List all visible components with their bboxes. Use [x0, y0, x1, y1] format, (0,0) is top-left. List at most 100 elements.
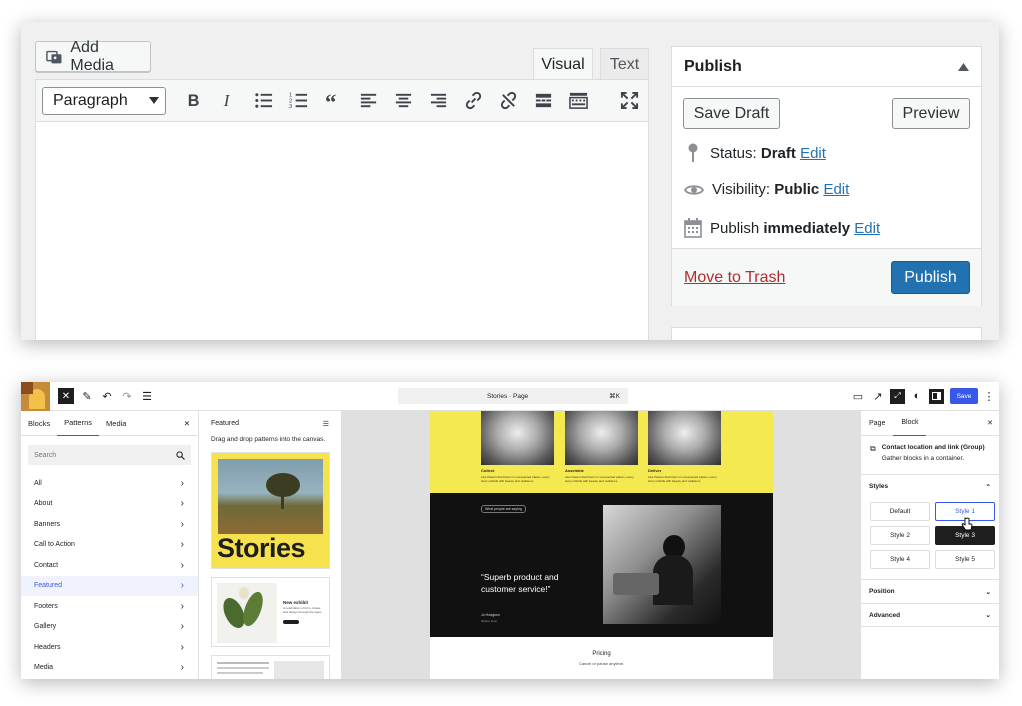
options-icon[interactable]: ⋮ [984, 390, 995, 403]
tab-media[interactable]: Media [99, 411, 133, 436]
move-to-trash-link[interactable]: Move to Trash [684, 269, 785, 287]
typewriter-photo [603, 505, 721, 624]
category-label: Banners [34, 520, 61, 528]
toolbar-toggle-icon[interactable] [561, 87, 596, 115]
add-media-label: Add Media [70, 38, 114, 74]
add-media-button[interactable]: Add Media [35, 38, 151, 74]
blockquote-icon[interactable]: “ [316, 87, 351, 115]
publish-button[interactable]: Publish [891, 261, 970, 294]
style-5[interactable]: Style 5 [935, 550, 995, 569]
publish-box-header[interactable]: Publish [672, 47, 981, 87]
editor-top-bar: ✕ ✎ ↶ ↷ ☰ Stories · Page ⌘K ▭ ↗ ⤢ ◐ Save… [21, 382, 999, 411]
pattern-third[interactable] [211, 655, 330, 679]
feature-title: Assemble [565, 468, 584, 473]
pen-icon[interactable]: ✎ [80, 390, 94, 403]
block-description: Gather blocks in a container. [881, 455, 965, 462]
command-bar[interactable]: Stories · Page ⌘K [398, 388, 628, 404]
editor-canvas[interactable]: Collect Like flowers that bloom in unexpe… [342, 411, 860, 679]
quote-author: Jo Hodgson [481, 613, 500, 617]
bold-icon[interactable]: B [176, 87, 211, 115]
styles-section-header[interactable]: Styles ⌃ [861, 474, 999, 498]
filter-icon[interactable]: ☰ [323, 420, 329, 428]
fullscreen-icon[interactable] [612, 87, 647, 115]
category-item[interactable]: About › [21, 494, 198, 515]
classic-editor[interactable]: Paragraph B I 123 “ [35, 79, 649, 340]
category-item[interactable]: Contact › [21, 555, 198, 576]
schedule-edit-link[interactable]: Edit [854, 220, 880, 237]
align-center-icon[interactable] [386, 87, 421, 115]
block-name: Contact location and link (Group) [881, 444, 985, 451]
svg-text:I: I [223, 91, 231, 110]
category-label: About [34, 500, 53, 508]
external-view-icon[interactable]: ↗ [870, 390, 886, 403]
zoom-out-icon[interactable]: ⤢ [890, 388, 905, 404]
list-view-icon[interactable]: ☰ [140, 390, 154, 403]
site-icon[interactable] [21, 382, 50, 411]
settings-icon[interactable] [929, 388, 944, 404]
feature-column: Collect Like flowers that bloom in unexpe… [481, 411, 554, 493]
read-more-icon[interactable] [526, 87, 561, 115]
category-item[interactable]: All › [21, 473, 198, 494]
category-item[interactable]: Footers › [21, 596, 198, 617]
category-item[interactable]: Gallery › [21, 617, 198, 638]
align-right-icon[interactable] [421, 87, 456, 115]
tab-visual[interactable]: Visual [533, 48, 593, 80]
category-item[interactable]: Headers › [21, 637, 198, 658]
preview-button[interactable]: Preview [892, 98, 970, 129]
shortcut-hint: ⌘K [609, 393, 620, 400]
unlink-icon[interactable] [491, 87, 526, 115]
feature-text: Like flowers that bloom in unexpected pl… [648, 475, 717, 484]
collapse-up-icon[interactable] [958, 62, 969, 71]
styles-icon[interactable]: ◐ [909, 390, 925, 402]
next-metabox [671, 327, 982, 340]
category-label: Call to Action [34, 541, 75, 549]
feature-image [481, 411, 554, 465]
format-select[interactable]: Paragraph [42, 86, 166, 115]
status-edit-link[interactable]: Edit [800, 145, 826, 162]
tab-block[interactable]: Block [893, 411, 927, 436]
align-left-icon[interactable] [351, 87, 386, 115]
chevron-right-icon: › [180, 662, 184, 674]
format-select-value: Paragraph [53, 91, 128, 109]
bullet-list-icon[interactable] [246, 87, 281, 115]
search-placeholder: Search [34, 451, 57, 459]
redo-icon[interactable]: ↷ [120, 390, 134, 403]
save-button[interactable]: Save [950, 388, 978, 404]
style-4[interactable]: Style 4 [870, 550, 930, 569]
category-item[interactable]: Banners › [21, 514, 198, 535]
category-item[interactable]: Media › [21, 658, 198, 679]
style-default[interactable]: Default [870, 502, 930, 521]
publish-box-title: Publish [684, 57, 742, 75]
category-label: Headers [34, 643, 61, 651]
category-item[interactable]: Call to Action › [21, 535, 198, 556]
testimonial-section: What people are saying “Superb product a… [430, 493, 773, 637]
italic-icon[interactable]: I [211, 87, 246, 115]
tab-patterns[interactable]: Patterns [57, 411, 100, 436]
tab-page[interactable]: Page [861, 411, 893, 436]
pattern-search-input[interactable]: Search [28, 445, 191, 465]
position-section-header[interactable]: Position ⌄ [861, 579, 999, 603]
tab-blocks[interactable]: Blocks [21, 411, 57, 436]
pattern-stories-image [218, 459, 323, 534]
pattern-exhibit[interactable]: New exhibit A celebration of form, shape… [211, 577, 330, 647]
svg-text:3: 3 [289, 104, 292, 110]
advanced-section-header[interactable]: Advanced ⌄ [861, 603, 999, 627]
link-icon[interactable] [456, 87, 491, 115]
desktop-preview-icon[interactable]: ▭ [850, 390, 866, 403]
status-value: Draft [760, 144, 796, 162]
feature-column: Deliver Like flowers that bloom in unexpe… [648, 411, 721, 493]
close-icon[interactable]: ✕ [177, 411, 198, 436]
pattern-stories[interactable]: Stories [211, 452, 330, 569]
category-item[interactable]: Featured › [21, 575, 198, 596]
style-2[interactable]: Style 2 [870, 526, 930, 545]
close-settings-icon[interactable]: ✕ [987, 419, 999, 427]
numbered-list-icon[interactable]: 123 [281, 87, 316, 115]
visibility-edit-link[interactable]: Edit [823, 181, 849, 198]
save-draft-button[interactable]: Save Draft [683, 98, 780, 129]
tab-text[interactable]: Text [600, 48, 649, 80]
undo-icon[interactable]: ↶ [100, 390, 114, 403]
svg-text:B: B [188, 92, 200, 110]
close-inserter-button[interactable]: ✕ [58, 388, 74, 404]
publish-box: Publish Save Draft Preview Status: Draft… [671, 46, 982, 306]
testimonial-badge: What people are saying [481, 505, 526, 513]
